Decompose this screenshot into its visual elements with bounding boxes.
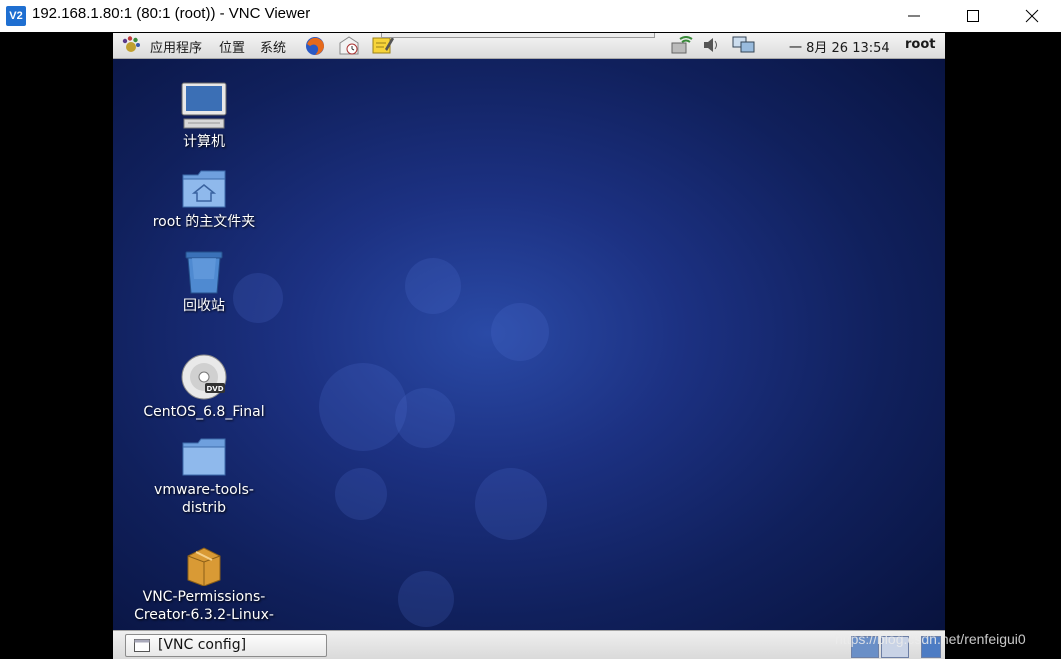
mail-clock-icon[interactable] (338, 35, 360, 57)
background-bokeh (405, 258, 461, 314)
vnc-viewer-app-icon[interactable]: V2 (6, 6, 26, 26)
taskbar-window-label: [VNC config] (158, 637, 247, 653)
desktop-icon-vmware-tools[interactable]: vmware-tools-distrib (134, 437, 274, 517)
user-name[interactable]: root (905, 37, 936, 52)
background-bokeh (319, 363, 407, 451)
maximize-button[interactable] (950, 0, 996, 32)
taskbar-window-button[interactable]: [VNC config] (125, 634, 327, 657)
desktop-icon-computer[interactable]: 计算机 (134, 81, 274, 151)
menu-applications[interactable]: 应用程序 (150, 37, 202, 56)
remote-desktop[interactable]: 应用程序 位置 系统 一 8月 26 13:54 root 计算机 root 的… (113, 33, 945, 659)
computer-icon (181, 82, 227, 129)
desktop-icon-label: CentOS_6.8_Final (143, 404, 265, 420)
minimize-icon (908, 15, 920, 17)
background-bokeh (398, 571, 454, 627)
watermark: https://blog.csdn.net/renfeigui0 (835, 631, 1026, 647)
volume-icon[interactable] (702, 35, 720, 55)
package-icon (187, 547, 221, 586)
gnome-top-panel: 应用程序 位置 系统 一 8月 26 13:54 root (113, 33, 945, 59)
background-bokeh (395, 388, 455, 448)
menu-system[interactable]: 系统 (260, 37, 286, 56)
close-icon (1025, 9, 1039, 23)
desktop-icon-trash[interactable]: 回收站 (134, 249, 274, 315)
firefox-icon[interactable] (304, 35, 326, 57)
desktop-icon-label: 回收站 (183, 298, 225, 314)
desktop-icon-home-folder[interactable]: root 的主文件夹 (134, 167, 274, 231)
desktop-icon-dvd[interactable]: DVD CentOS_6.8_Final (134, 353, 274, 421)
minimize-button[interactable] (891, 0, 937, 32)
desktop-icon-label: VNC-Permissions-Creator-6.3.2-Linux- (134, 589, 274, 623)
menu-places[interactable]: 位置 (219, 37, 245, 56)
window-icon (134, 639, 150, 652)
background-bokeh (491, 303, 549, 361)
background-bokeh (475, 468, 547, 540)
desktop-icon-label: vmware-tools-distrib (154, 482, 254, 516)
gnome-foot-icon[interactable] (121, 35, 141, 55)
dvd-disc-icon: DVD (181, 354, 227, 400)
background-bokeh (335, 468, 387, 520)
folder-icon (182, 438, 226, 476)
vnc-viewer-titlebar[interactable]: V2 192.168.1.80:1 (80:1 (root)) - VNC Vi… (0, 0, 1061, 32)
trash-icon (185, 251, 223, 294)
dvd-badge: DVD (206, 385, 223, 393)
network-icon[interactable] (670, 35, 694, 55)
maximize-icon (967, 10, 979, 22)
network-connections-icon[interactable] (731, 35, 757, 55)
desktop-icon-label: 计算机 (183, 134, 225, 150)
close-button[interactable] (1009, 0, 1055, 32)
text-editor-icon[interactable] (372, 35, 394, 55)
home-folder-icon (182, 170, 226, 208)
clock[interactable]: 一 8月 26 13:54 (789, 37, 890, 56)
window-title: 192.168.1.80:1 (80:1 (root)) - VNC Viewe… (32, 5, 311, 22)
desktop-icon-label: root 的主文件夹 (152, 214, 256, 230)
panel-window-area (381, 33, 655, 38)
desktop-icon-vnc-package[interactable]: VNC-Permissions-Creator-6.3.2-Linux- (134, 542, 274, 624)
gnome-bottom-panel: [VNC config] (113, 630, 945, 659)
